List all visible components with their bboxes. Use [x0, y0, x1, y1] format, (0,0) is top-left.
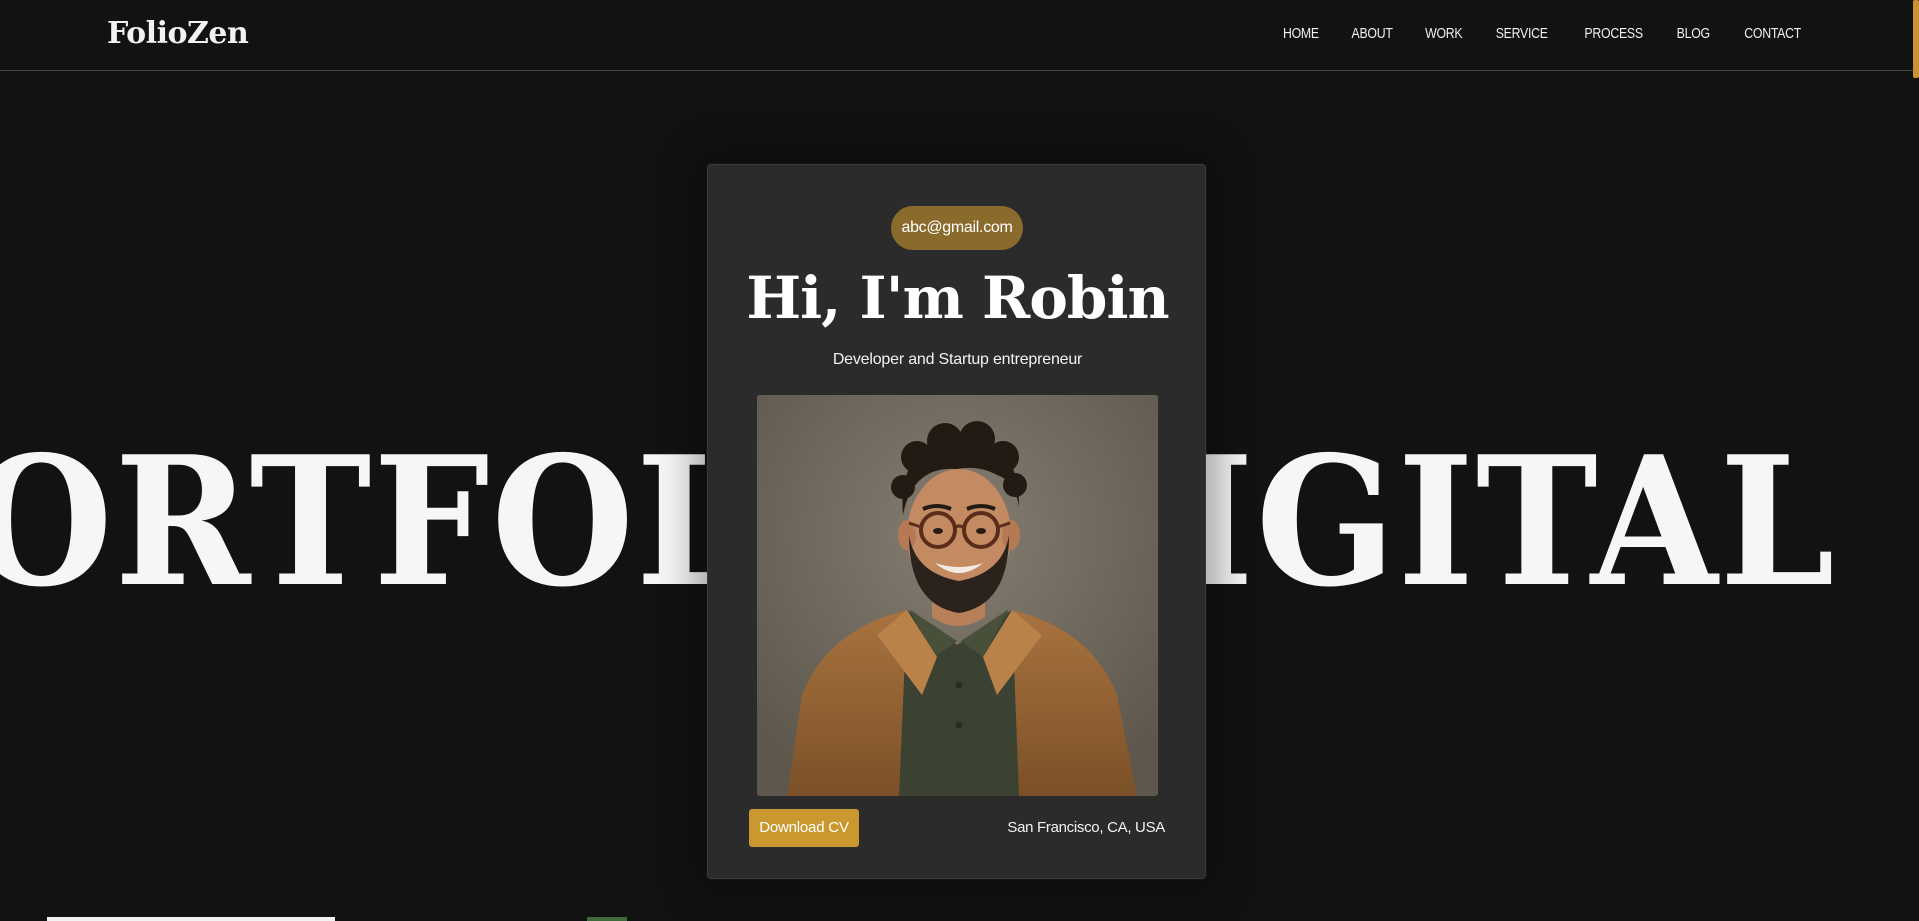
card-subtitle: Developer and Startup entrepreneur: [832, 351, 1083, 368]
portrait-photo: [757, 395, 1158, 796]
download-cv-button[interactable]: Download CV: [749, 809, 859, 847]
hero-text-left: ORTFOL: [0, 417, 753, 626]
nav-contact[interactable]: CONTACT: [1744, 22, 1801, 46]
nav-service[interactable]: SERVICE: [1496, 22, 1548, 46]
card-title: Hi, I'm Robin: [746, 264, 1169, 332]
site-logo[interactable]: FolioZen: [107, 14, 249, 54]
scrollbar-track[interactable]: [1913, 0, 1919, 921]
main-nav: HOME ABOUT WORK SERVICE PROCESS BLOG CON…: [1279, 22, 1807, 46]
nav-home[interactable]: HOME: [1283, 22, 1319, 46]
nav-work[interactable]: WORK: [1425, 22, 1463, 46]
bottom-peek-green-block: [587, 917, 627, 921]
nav-about[interactable]: ABOUT: [1351, 22, 1392, 46]
bottom-peek-white-block: [47, 917, 335, 921]
page: ORTFOL DIGITAL FolioZen HOME ABOUT WORK S…: [0, 0, 1919, 921]
site-header: FolioZen HOME ABOUT WORK SERVICE PROCESS…: [0, 0, 1919, 71]
email-badge[interactable]: abc@gmail.com: [891, 206, 1023, 250]
scrollbar-thumb[interactable]: [1913, 0, 1919, 78]
nav-process[interactable]: PROCESS: [1584, 22, 1643, 46]
nav-blog[interactable]: BLOG: [1677, 22, 1710, 46]
profile-card: abc@gmail.com Hi, I'm Robin Developer an…: [707, 164, 1206, 879]
location-text: San Francisco, CA, USA: [1007, 819, 1165, 836]
portrait-illustration: [757, 395, 1158, 796]
